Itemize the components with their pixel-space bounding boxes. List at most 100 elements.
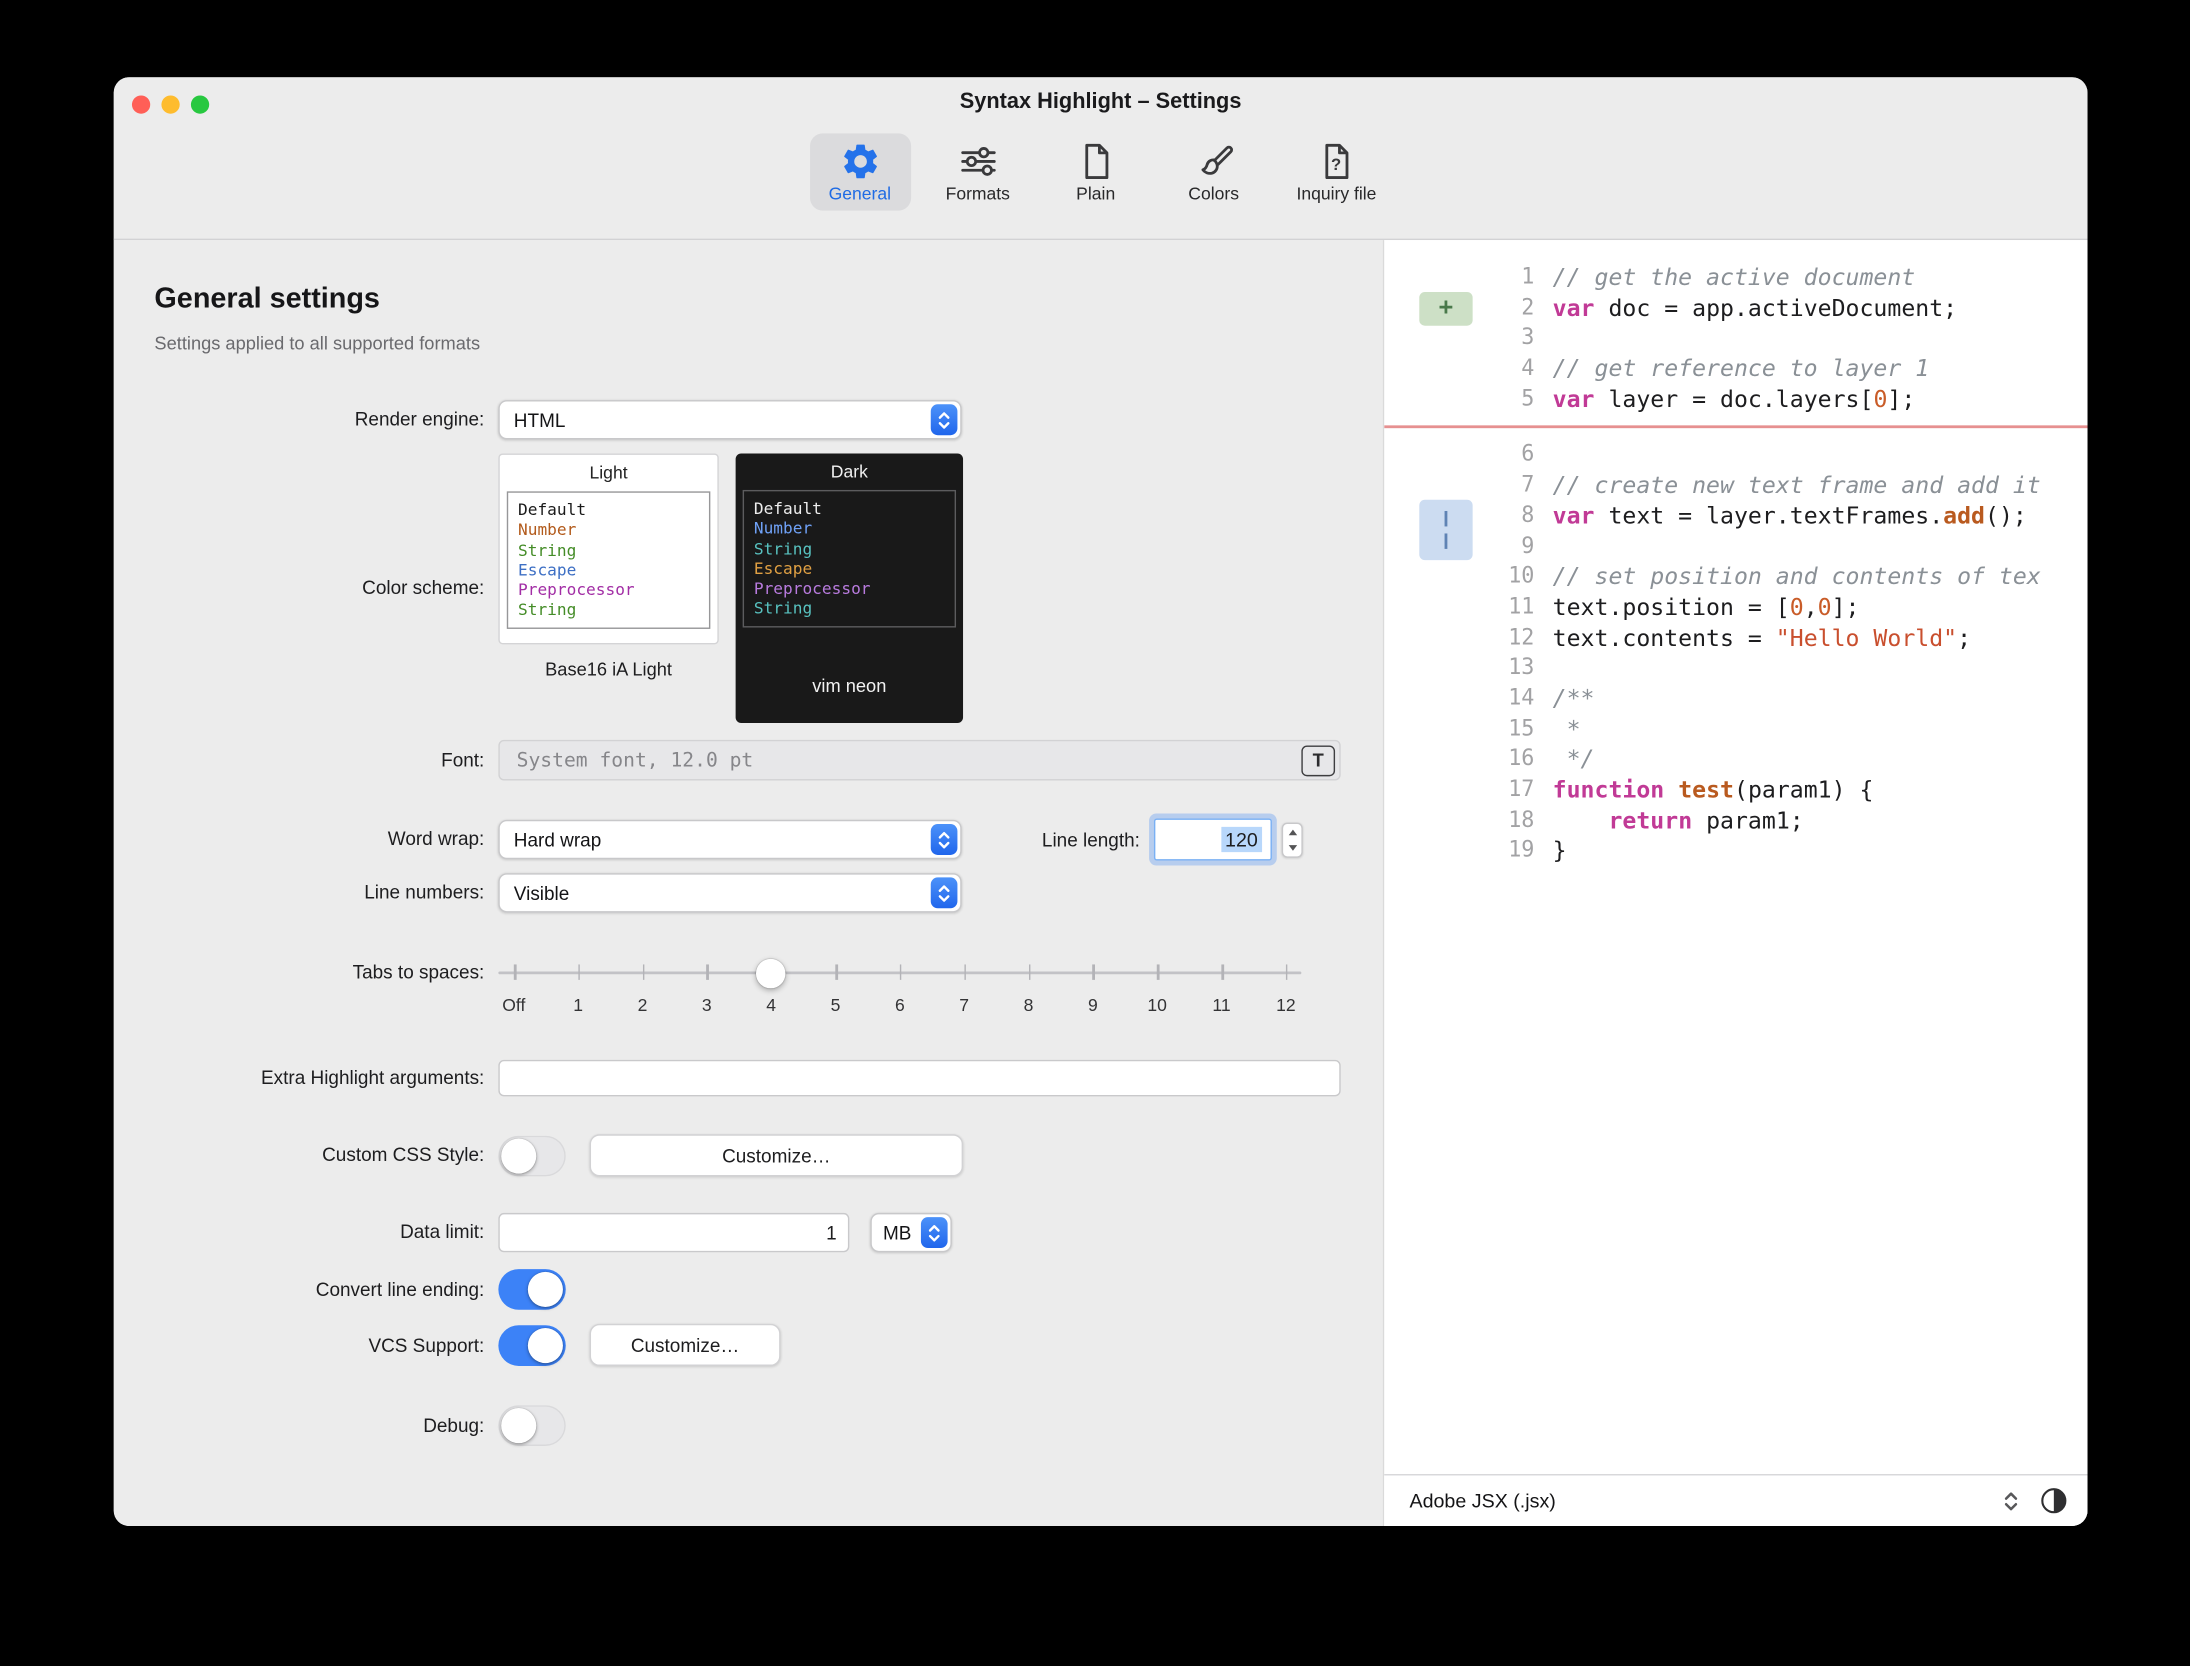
extra-args-label: Extra Highlight arguments: bbox=[114, 1060, 485, 1097]
updown-chevrons-icon bbox=[2002, 1489, 2020, 1513]
slider-tick bbox=[578, 964, 580, 979]
added-lines-badge: + bbox=[1419, 292, 1472, 326]
popup-chevrons-icon bbox=[931, 877, 958, 908]
popup-chevrons-icon bbox=[931, 404, 958, 435]
code-line: 17function test(param1) { bbox=[1384, 775, 2087, 805]
line-length-label: Line length: bbox=[769, 820, 1140, 862]
scheme-token: Number bbox=[518, 520, 699, 540]
data-limit-label: Data limit: bbox=[114, 1213, 485, 1252]
convert-line-ending-toggle[interactable] bbox=[498, 1269, 565, 1310]
slider-tick bbox=[1286, 964, 1288, 979]
code-text: function test(param1) { bbox=[1553, 775, 1874, 805]
format-selector-value: Adobe JSX (.jsx) bbox=[1409, 1489, 1987, 1511]
custom-css-customize-button[interactable]: Customize… bbox=[590, 1134, 963, 1176]
code-line: 19} bbox=[1384, 836, 2087, 866]
convert-line-ending-label: Convert line ending: bbox=[114, 1269, 485, 1310]
font-picker-button[interactable]: T bbox=[1301, 745, 1335, 776]
code-text: /** bbox=[1553, 684, 1595, 714]
code-text: * bbox=[1553, 714, 1581, 744]
line-number: 6 bbox=[1384, 440, 1552, 470]
font-value: System font, 12.0 pt bbox=[500, 749, 1302, 771]
custom-css-label: Custom CSS Style: bbox=[114, 1134, 485, 1176]
slider-tick bbox=[964, 964, 966, 979]
light-scheme-name: Base16 iA Light bbox=[498, 658, 718, 679]
toolbar-label: General bbox=[829, 184, 891, 205]
vcs-support-label: VCS Support: bbox=[114, 1325, 485, 1366]
vcs-support-toggle[interactable] bbox=[498, 1325, 565, 1366]
scheme-token: Default bbox=[518, 500, 699, 520]
changed-lines-badge bbox=[1419, 500, 1472, 560]
dark-card-title: Dark bbox=[736, 453, 963, 481]
toolbar-item-formats[interactable]: Formats bbox=[927, 133, 1028, 210]
code-text: var layer = doc.layers[0]; bbox=[1553, 384, 1916, 414]
tabs-to-spaces-slider[interactable]: Off123456789101112 bbox=[498, 953, 1301, 1032]
color-scheme-light-card[interactable]: Light DefaultNumberStringEscapePreproces… bbox=[498, 453, 718, 644]
slider-tick-label: 7 bbox=[959, 995, 969, 1015]
vcs-customize-button[interactable]: Customize… bbox=[590, 1324, 781, 1366]
toggle-knob bbox=[528, 1272, 563, 1307]
line-length-value: 120 bbox=[1221, 827, 1262, 852]
custom-css-toggle[interactable] bbox=[498, 1136, 565, 1177]
toolbar-item-plain[interactable]: Plain bbox=[1045, 133, 1146, 210]
line-length-stepper[interactable] bbox=[1282, 823, 1303, 858]
contrast-toggle-icon[interactable] bbox=[2040, 1487, 2068, 1515]
code-line: 11text.position = [0,0]; bbox=[1384, 592, 2087, 622]
line-number: 11 bbox=[1384, 592, 1552, 622]
document-question-icon: ? bbox=[1315, 140, 1357, 182]
scheme-token: String bbox=[518, 540, 699, 560]
font-field: System font, 12.0 pt T bbox=[498, 740, 1340, 781]
slider-tick bbox=[1222, 964, 1224, 979]
stepper-down-icon[interactable] bbox=[1283, 840, 1301, 856]
slider-tick-label: 10 bbox=[1147, 995, 1167, 1015]
slider-tick-label: Off bbox=[502, 995, 525, 1015]
extra-args-input[interactable] bbox=[498, 1060, 1340, 1097]
code-text: } bbox=[1553, 836, 1567, 866]
render-engine-value: HTML bbox=[500, 409, 931, 430]
line-number: 15 bbox=[1384, 714, 1552, 744]
line-number: 13 bbox=[1384, 653, 1552, 683]
dark-scheme-name: vim neon bbox=[736, 675, 963, 696]
slider-tick-label: 8 bbox=[1024, 995, 1034, 1015]
code-line: 8var text = layer.textFrames.add(); bbox=[1384, 501, 2087, 531]
light-token-box: DefaultNumberStringEscapePreprocessorStr… bbox=[507, 491, 711, 628]
line-number: 4 bbox=[1384, 354, 1552, 384]
code-line: 4// get reference to layer 1 bbox=[1384, 354, 2087, 384]
line-number: 12 bbox=[1384, 623, 1552, 653]
data-limit-unit-popup[interactable]: MB bbox=[870, 1213, 951, 1252]
scheme-token: String bbox=[754, 599, 945, 619]
line-numbers-popup[interactable]: Visible bbox=[498, 873, 961, 912]
line-number: 19 bbox=[1384, 836, 1552, 866]
slider-tick bbox=[1093, 964, 1095, 979]
code-line: 12text.contents = "Hello World"; bbox=[1384, 623, 2087, 653]
window-title: Syntax Highlight – Settings bbox=[114, 87, 2088, 118]
popup-chevrons-icon bbox=[921, 1217, 948, 1248]
code-line: 10// set position and contents of tex bbox=[1384, 562, 2087, 592]
format-selector[interactable]: Adobe JSX (.jsx) bbox=[1409, 1489, 2020, 1513]
slider-thumb[interactable] bbox=[756, 958, 785, 987]
line-number: 3 bbox=[1384, 323, 1552, 353]
color-scheme-dark-card[interactable]: Dark DefaultNumberStringEscapePreprocess… bbox=[736, 453, 963, 723]
data-limit-field[interactable]: 1 bbox=[498, 1213, 849, 1252]
toolbar-item-general[interactable]: General bbox=[809, 133, 910, 210]
slider-tick-label: 1 bbox=[573, 995, 583, 1015]
scheme-token: String bbox=[518, 600, 699, 620]
render-engine-popup[interactable]: HTML bbox=[498, 400, 961, 439]
code-text: text.position = [0,0]; bbox=[1553, 592, 1860, 622]
line-number: 1 bbox=[1384, 263, 1552, 293]
paintbrush-icon bbox=[1193, 140, 1235, 182]
code-text: var text = layer.textFrames.add(); bbox=[1553, 501, 2027, 531]
toolbar-item-inquiry-file[interactable]: ? Inquiry file bbox=[1281, 133, 1392, 210]
code-preview-panel: + 1// get the active document2var doc = … bbox=[1383, 240, 2088, 1526]
stepper-up-icon[interactable] bbox=[1283, 824, 1301, 840]
code-lines: 1// get the active document2var doc = ap… bbox=[1384, 263, 2087, 867]
general-settings-panel: General settings Settings applied to all… bbox=[114, 240, 1383, 1526]
code-text: text.contents = "Hello World"; bbox=[1553, 623, 1971, 653]
line-number: 10 bbox=[1384, 562, 1552, 592]
word-wrap-label: Word wrap: bbox=[114, 820, 485, 859]
debug-toggle[interactable] bbox=[498, 1405, 565, 1446]
code-preview: + 1// get the active document2var doc = … bbox=[1384, 240, 2087, 1474]
toolbar-item-colors[interactable]: Colors bbox=[1163, 133, 1264, 210]
code-line: 3 bbox=[1384, 323, 2087, 353]
slider-tick bbox=[835, 964, 837, 979]
line-length-field[interactable]: 120 bbox=[1154, 818, 1272, 860]
